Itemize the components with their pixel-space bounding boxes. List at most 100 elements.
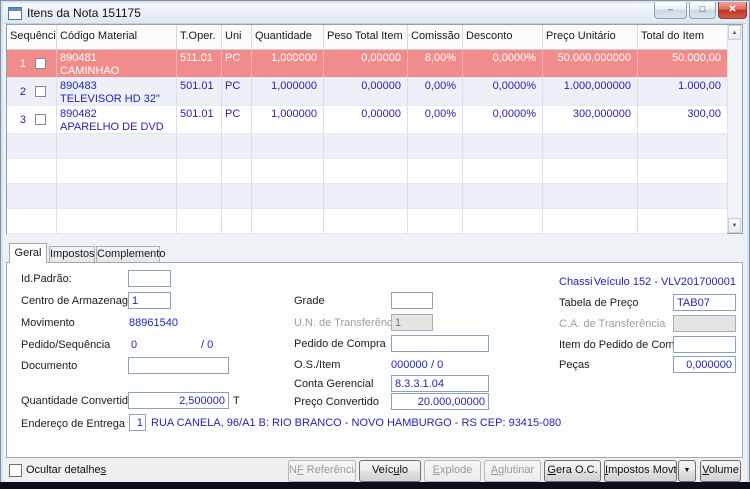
preco-convertido-field[interactable] bbox=[391, 393, 489, 410]
grade-field[interactable] bbox=[391, 292, 433, 309]
label-grade: Grade bbox=[294, 295, 325, 307]
hide-details-checkbox[interactable] bbox=[9, 464, 22, 477]
pedido-value: 0 bbox=[131, 339, 138, 351]
row-seq-cell: 2 bbox=[7, 78, 57, 105]
window-title: Itens da Nota 151175 bbox=[27, 6, 141, 20]
quantidade-convertida-field[interactable] bbox=[128, 392, 229, 409]
row-oper: 501.01 bbox=[177, 78, 222, 105]
row-qty: 1,000000 bbox=[252, 78, 324, 105]
pedido-seq-value: / 0 bbox=[201, 339, 214, 351]
aglutinar-button: Aglutinar bbox=[484, 460, 541, 482]
table-row-empty bbox=[7, 134, 727, 159]
row-material-cell: 890481 CAMINHAO bbox=[57, 50, 177, 77]
gera-oc-button[interactable]: Gera O.C. bbox=[544, 460, 601, 482]
maximize-button[interactable]: □ bbox=[689, 2, 716, 19]
label-item-pedido-compra: Item do Pedido de Compra bbox=[559, 339, 691, 351]
title-bar[interactable]: Itens da Nota 151175 bbox=[4, 3, 746, 24]
endereco-num-field[interactable] bbox=[129, 414, 146, 431]
col-header-quantidade: Quantidade bbox=[252, 25, 324, 49]
id-padrao-field[interactable] bbox=[128, 270, 171, 287]
tab-geral[interactable]: Geral bbox=[9, 243, 47, 263]
row-material-cell: 890483 TELEVISOR HD 32" bbox=[57, 78, 177, 105]
bottom-dark-strip bbox=[0, 482, 750, 489]
col-header-codigo-material: Código Material bbox=[57, 25, 177, 49]
row-oper: 501.01 bbox=[177, 106, 222, 133]
conta-gerencial-field[interactable] bbox=[391, 375, 489, 392]
label-un-transferencia: U.N. de Transferência bbox=[294, 317, 401, 329]
pedido-compra-field[interactable] bbox=[391, 335, 489, 352]
screen: Itens da Nota 151175 ‒ □ ✕ Sequência Cód… bbox=[0, 0, 750, 489]
row-total: 1.000,00 bbox=[678, 80, 721, 92]
row-checkbox[interactable] bbox=[35, 114, 46, 125]
col-header-desconto: Desconto bbox=[463, 25, 543, 49]
row-unit-price: 50.000,000000 bbox=[543, 50, 638, 77]
label-conta-gerencial: Conta Gerencial bbox=[294, 378, 374, 390]
row-seq-cell: 1 bbox=[7, 50, 57, 77]
row-total: 50.000,00 bbox=[672, 52, 721, 64]
window-icon bbox=[8, 6, 22, 20]
row-number: 1 bbox=[19, 57, 26, 70]
nf-referencia-button: NF Referência bbox=[288, 460, 356, 482]
item-pedido-compra-field[interactable] bbox=[673, 336, 736, 353]
label-id-padrao: Id.Padrão: bbox=[21, 273, 72, 285]
pecas-field[interactable] bbox=[673, 356, 736, 373]
os-value: 000000 bbox=[391, 359, 428, 371]
documento-field[interactable] bbox=[128, 357, 229, 374]
row-qty: 1,000000 bbox=[252, 106, 324, 133]
veiculo-button[interactable]: Veículo bbox=[359, 460, 421, 482]
un-transferencia-field bbox=[391, 314, 433, 331]
explode-button: Explode bbox=[424, 460, 481, 482]
row-oper: 511.01 bbox=[177, 50, 222, 77]
col-header-comissao: Comissão bbox=[408, 25, 463, 49]
os-item-value: / 0 bbox=[431, 359, 444, 371]
col-header-uni: Uni bbox=[222, 25, 252, 49]
table-row-empty bbox=[7, 159, 727, 184]
row-uni: PC bbox=[222, 78, 252, 105]
material-code: 890483 bbox=[60, 80, 97, 92]
material-code: 890481 bbox=[60, 52, 97, 64]
col-header-toper: T.Oper. bbox=[177, 25, 222, 49]
table-row[interactable]: 1 890481 CAMINHAO 511.01 PC 1,000000 0,0… bbox=[7, 50, 727, 78]
material-code: 890482 bbox=[60, 108, 97, 120]
items-grid: Sequência Código Material T.Oper. Uni Qu… bbox=[6, 24, 743, 234]
label-pedido-compra: Pedido de Compra bbox=[294, 338, 386, 350]
table-row[interactable]: 3 890482 APARELHO DE DVD 501.01 PC 1,000… bbox=[7, 106, 727, 134]
chassi-value: Veículo 152 - VLV201700001 bbox=[593, 276, 736, 288]
movimento-value: 88961540 bbox=[129, 317, 178, 329]
label-endereco-entrega: Endereço de Entrega bbox=[21, 418, 125, 430]
row-weight: 0,00000 bbox=[324, 50, 408, 77]
tabela-preco-field[interactable] bbox=[673, 294, 736, 311]
volume-button[interactable]: Volume bbox=[700, 460, 741, 482]
row-weight: 0,00000 bbox=[324, 78, 408, 105]
row-discount: 0,0000% bbox=[463, 106, 543, 133]
col-header-preco-unitario: Preço Unitário bbox=[543, 25, 638, 49]
row-seq-cell: 3 bbox=[7, 106, 57, 133]
col-header-total-item: Total do Item bbox=[641, 30, 704, 42]
col-header-sequencia: Sequência bbox=[7, 25, 57, 49]
close-button[interactable]: ✕ bbox=[718, 2, 747, 19]
vertical-scrollbar[interactable]: ▲ ▼ bbox=[727, 25, 742, 233]
centro-armazenagem-field[interactable] bbox=[128, 292, 171, 309]
row-qty: 1,000000 bbox=[252, 50, 324, 77]
material-desc: TELEVISOR HD 32" bbox=[60, 93, 160, 105]
impostos-movto-button[interactable]: Impostos Movto bbox=[604, 460, 677, 482]
tab-complemento[interactable]: Complemento bbox=[96, 246, 165, 263]
minimize-button[interactable]: ‒ bbox=[654, 2, 687, 19]
row-material-cell: 890482 APARELHO DE DVD bbox=[57, 106, 177, 133]
row-commission: 0,00% bbox=[408, 78, 463, 105]
table-row[interactable]: 2 890483 TELEVISOR HD 32" 501.01 PC 1,00… bbox=[7, 78, 727, 106]
endereco-value: RUA CANELA, 96/A1 B: RIO BRANCO - NOVO H… bbox=[151, 417, 562, 429]
row-weight: 0,00000 bbox=[324, 106, 408, 133]
col-header-peso-total: Peso Total Item bbox=[324, 25, 408, 49]
scroll-up-icon[interactable]: ▲ bbox=[728, 25, 741, 40]
label-ca-transferencia: C.A. de Transferência bbox=[559, 318, 666, 330]
label-os-item: O.S./Item bbox=[294, 359, 341, 371]
row-checkbox[interactable] bbox=[35, 86, 46, 97]
impostos-dropdown-icon[interactable]: ▼ bbox=[678, 460, 696, 482]
tab-impostos[interactable]: Impostos bbox=[49, 246, 95, 263]
label-chassi: Chassi bbox=[559, 276, 593, 288]
label-documento: Documento bbox=[21, 360, 78, 372]
scroll-down-icon[interactable]: ▼ bbox=[728, 218, 741, 233]
label-tabela-preco: Tabela de Preço bbox=[559, 297, 639, 309]
row-checkbox[interactable] bbox=[35, 58, 46, 69]
